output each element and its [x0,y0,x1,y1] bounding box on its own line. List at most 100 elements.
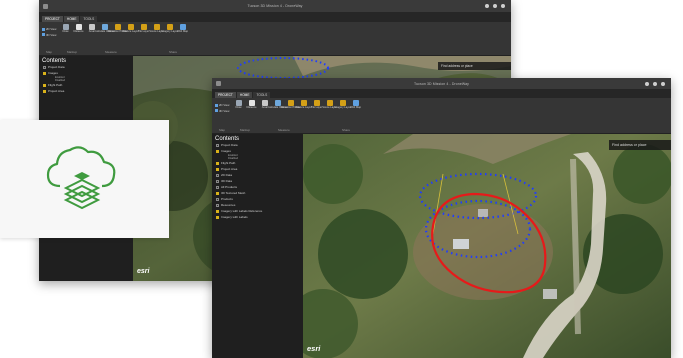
layer-checkbox[interactable] [43,71,46,75]
group-markup: Markup [239,128,250,132]
layer-checkbox[interactable] [43,65,46,69]
minimize-button[interactable] [645,81,649,86]
back-tab-row: PROJECT HOME TOOLS [39,12,511,22]
front-map-view[interactable]: Find address or place esri [303,134,671,358]
back-search-input[interactable]: Find address or place [438,62,511,70]
front-search-input[interactable]: Find address or place [609,140,671,150]
layer-checkbox[interactable] [216,161,219,165]
layer-label: 2D Data [221,173,233,178]
close-button[interactable] [501,4,505,8]
tile-layer-button[interactable]: Tile Layer [137,24,150,34]
layer-item[interactable]: Project Area [43,88,133,94]
layer-label: Disabled [228,157,239,161]
group-measure: Measure [278,128,290,132]
maximize-button[interactable] [493,4,497,8]
back-ribbon: 2D View 3D View Draw Distance Area Calcu… [39,22,511,56]
feature-layer-button[interactable]: Feature Layer [295,100,312,110]
layer-tree: Project Data Images Enabled Disabled Flight … [212,142,303,220]
drone-cloud-logo-icon [46,146,116,210]
layer-label: 3D Textured Mesh [221,191,246,196]
tile-layer-button[interactable]: Tile Layer [310,100,323,110]
back-window-title: Tucson 3D Mission 4 - DroneWay [247,4,303,8]
group-measure: Measure [105,50,117,54]
layer-label: Flight Path [48,83,63,88]
layer-label: All Products [221,185,238,190]
esri-logo: esri [307,344,321,353]
layer-label: Project Area [48,89,65,94]
minimize-button[interactable] [485,4,489,8]
view-2d-toggle[interactable]: 2D View [215,103,230,107]
back-ribbon-tools: 2D View 3D View Draw Distance Area Calcu… [39,24,189,37]
imagery-layer-button[interactable]: Imagery Layer [161,24,178,34]
front-contents-pane: Contents Project Data Images Enabled Disabl… [212,134,303,358]
window-controls [485,0,505,12]
layer-label: Project Data [221,143,238,147]
draw-button[interactable]: Draw [232,100,245,110]
view-2d-toggle[interactable]: 2D View [42,27,57,31]
ribbon-group-labels: Map Markup Measure Share [39,50,511,55]
screenshot-stage: Tucson 3D Mission 4 - DroneWay PROJECT H… [0,0,683,358]
layer-checkbox[interactable] [216,197,219,201]
group-map: Map [46,50,52,54]
back-titlebar: Tucson 3D Mission 4 - DroneWay [39,0,511,12]
distance-button[interactable]: Distance [72,24,85,34]
building [543,289,557,299]
layer-item[interactable]: Imagery with Labels [216,214,303,220]
contents-title: Contents [215,136,240,142]
layer-checkbox[interactable] [216,191,219,195]
ribbon-group-labels: Map Markup Measure Share [212,128,671,133]
layer-tree: Project Data Images Enabled Disabled Flight … [39,64,133,94]
front-ribbon: 2D View 3D View Draw Distance Area Calcu… [212,98,671,134]
layer-label: Images [221,149,231,153]
building [453,239,469,249]
group-map: Map [219,128,225,132]
layer-checkbox[interactable] [216,179,219,183]
distance-button[interactable]: Distance [245,100,258,110]
front-tab-row: PROJECT HOME TOOLS [212,89,671,98]
esri-logo: esri [137,268,150,275]
feature-layer-button[interactable]: Feature Layer [122,24,139,34]
layer-checkbox[interactable] [216,209,219,213]
web-map-button[interactable]: Web Map [349,100,362,110]
window-controls [645,78,665,89]
front-window-title: Tucson 3D Mission 4 - DroneWay [413,81,470,86]
front-ribbon-tools: 2D View 3D View Draw Distance Area Calcu… [212,100,362,113]
group-share: Share [168,50,177,54]
layer-label: Disabled [55,79,66,83]
layer-checkbox[interactable] [216,167,219,171]
layer-label: Resources [221,203,236,208]
view-toggles: 2D View 3D View [212,100,232,113]
group-markup: Markup [66,50,77,54]
layer-checkbox[interactable] [216,173,219,177]
front-titlebar: Tucson 3D Mission 4 - DroneWay [212,78,671,89]
imagery-layer-button[interactable]: Imagery Layer [334,100,351,110]
group-share: Share [341,128,350,132]
front-app-window: Tucson 3D Mission 4 - DroneWay PROJECT H… [212,78,671,358]
app-icon [216,81,221,86]
layer-label: Project Area [221,167,238,172]
layer-checkbox[interactable] [43,89,46,93]
layer-label: Products [221,197,233,202]
layer-checkbox[interactable] [216,185,219,189]
layer-label: Images [48,71,58,75]
view-3d-toggle[interactable]: 3D View [42,33,57,37]
layer-label: Flight Path [221,161,236,166]
view-toggles: 2D View 3D View [39,24,59,37]
layer-checkbox[interactable] [216,143,219,147]
view-3d-toggle[interactable]: 3D View [215,109,230,113]
draw-button[interactable]: Draw [59,24,72,34]
front-aerial-map [303,134,671,358]
layer-checkbox[interactable] [216,203,219,207]
web-map-button[interactable]: Web Map [176,24,189,34]
close-button[interactable] [661,81,665,86]
contents-title: Contents [42,58,67,64]
layer-label: Project Data [48,65,65,69]
layer-checkbox[interactable] [216,149,219,153]
layer-checkbox[interactable] [216,215,219,219]
layer-label: Imagery with Labels [221,215,248,220]
maximize-button[interactable] [653,81,657,86]
app-icon [43,3,48,9]
building [478,209,488,217]
layer-checkbox[interactable] [43,83,46,87]
layer-label: Imagery with Labels Reference [221,209,263,214]
